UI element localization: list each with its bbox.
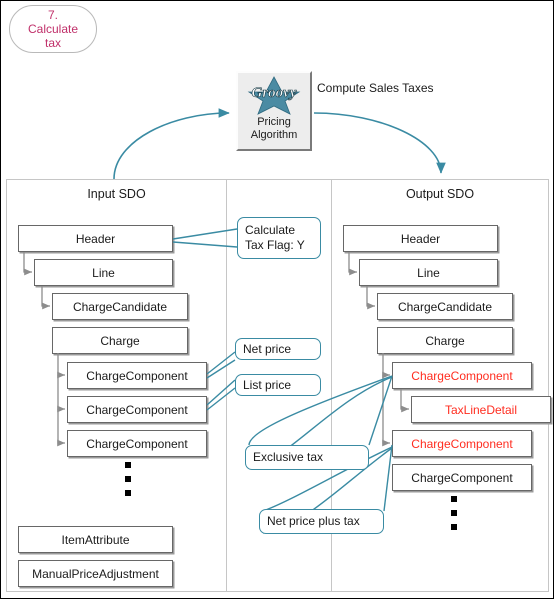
callout-exclusive-tax[interactable]: Exclusive tax xyxy=(245,445,369,470)
callout-list-price[interactable]: List price xyxy=(235,374,321,396)
output-box-line[interactable]: Line xyxy=(359,259,498,286)
input-box-chargecomponent-1[interactable]: ChargeComponent xyxy=(67,362,207,389)
callout-net-price-plus-tax[interactable]: Net price plus tax xyxy=(259,509,384,534)
callout-net-price-plus-tax-label: Net price plus tax xyxy=(267,514,360,528)
input-box-line[interactable]: Line xyxy=(34,259,173,286)
groovy-logo-icon: Groovy xyxy=(247,76,301,115)
output-ellipsis xyxy=(451,496,457,530)
step-bubble: 7. Calculate tax xyxy=(9,5,97,53)
callout-calculate-tax-flag-line1: Calculate xyxy=(245,223,296,237)
ellipsis-dot xyxy=(451,496,457,502)
callout-list-price-label: List price xyxy=(243,377,292,392)
output-box-chargecomponent-2[interactable]: ChargeComponent xyxy=(392,430,532,457)
step-label-line1: Calculate xyxy=(27,22,79,36)
ellipsis-dot xyxy=(451,510,457,516)
ellipsis-dot xyxy=(125,462,131,468)
callout-calculate-tax-flag[interactable]: Calculate Tax Flag: Y xyxy=(237,217,321,259)
input-box-chargecomponent-3[interactable]: ChargeComponent xyxy=(67,430,207,457)
panel-output-title: Output SDO xyxy=(405,187,475,201)
input-box-itemattribute[interactable]: ItemAttribute xyxy=(18,526,173,553)
ellipsis-dot xyxy=(125,476,131,482)
output-box-chargecomponent-3[interactable]: ChargeComponent xyxy=(392,464,532,491)
ellipsis-dot xyxy=(451,524,457,530)
step-number: 7. xyxy=(47,8,58,22)
arrow-input-to-algorithm xyxy=(113,108,230,180)
algorithm-label-line1: Pricing xyxy=(257,116,291,128)
algorithm-caption: Compute Sales Taxes xyxy=(317,81,434,95)
output-box-header[interactable]: Header xyxy=(343,225,498,252)
input-box-chargecandidate[interactable]: ChargeCandidate xyxy=(52,293,188,320)
diagram-canvas: 7. Calculate tax Groovy Pricing Algorith… xyxy=(0,0,554,599)
output-box-charge[interactable]: Charge xyxy=(377,327,513,354)
input-box-chargecomponent-2[interactable]: ChargeComponent xyxy=(67,396,207,423)
callout-net-price-label: Net price xyxy=(243,341,292,356)
callout-exclusive-tax-label: Exclusive tax xyxy=(253,450,324,464)
step-label-line2: tax xyxy=(44,36,61,50)
output-box-chargecomponent-1[interactable]: ChargeComponent xyxy=(392,362,532,389)
input-box-header[interactable]: Header xyxy=(18,225,173,252)
input-box-charge[interactable]: Charge xyxy=(52,327,188,354)
algorithm-label: Pricing Algorithm xyxy=(251,116,297,142)
pricing-algorithm-node[interactable]: Groovy Pricing Algorithm xyxy=(236,71,312,151)
ellipsis-dot xyxy=(125,490,131,496)
input-ellipsis xyxy=(125,462,131,496)
callout-calculate-tax-flag-line2: Tax Flag: Y xyxy=(245,238,305,252)
output-box-chargecandidate[interactable]: ChargeCandidate xyxy=(377,293,513,320)
arrow-algorithm-to-output xyxy=(313,112,446,174)
groovy-logo-text: Groovy xyxy=(252,85,297,101)
output-box-taxlinedetail[interactable]: TaxLineDetail xyxy=(411,396,551,423)
input-box-manualpriceadjustment[interactable]: ManualPriceAdjustment xyxy=(18,560,173,587)
callout-net-price[interactable]: Net price xyxy=(235,338,321,360)
algorithm-label-line2: Algorithm xyxy=(250,129,298,141)
panel-input-title: Input SDO xyxy=(87,187,146,201)
